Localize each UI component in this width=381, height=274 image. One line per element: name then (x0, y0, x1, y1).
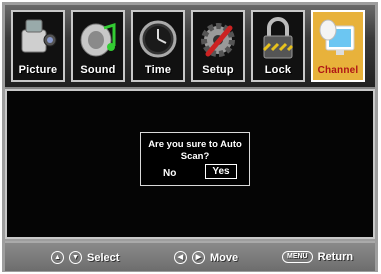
no-button[interactable]: No (163, 168, 176, 179)
satellite-monitor-icon (319, 19, 355, 55)
tab-setup[interactable]: Setup (191, 10, 245, 82)
return-label: Return (317, 251, 354, 263)
clock-icon (139, 20, 177, 58)
tab-label: Time (144, 64, 172, 76)
tab-label: Sound (80, 64, 116, 76)
select-label: Select (87, 251, 120, 264)
select-hint: ▲ ▼ Select (51, 251, 119, 264)
menu-tab-bar: Picture Sound Time Setup Lock Channel (5, 5, 375, 89)
auto-scan-confirm-dialog: Are you sure to Auto Scan? No Yes (140, 132, 250, 186)
padlock-icon (262, 17, 294, 59)
yes-button[interactable]: Yes (205, 164, 237, 179)
tab-time[interactable]: Time (131, 10, 185, 82)
right-arrow-icon: ▶ (192, 251, 205, 264)
hint-bar: ▲ ▼ Select ◀ ▶ Move MENU Return (5, 241, 375, 271)
gear-wrench-icon (201, 23, 235, 57)
dialog-question: Are you sure to Auto Scan? (148, 139, 242, 162)
tab-label: Lock (264, 64, 292, 76)
move-label: Move (210, 251, 239, 264)
return-hint: MENU Return (282, 251, 353, 263)
tab-channel[interactable]: Channel (311, 10, 365, 82)
tab-label: Channel (317, 65, 359, 76)
tab-label: Picture (18, 64, 58, 76)
left-arrow-icon: ◀ (174, 251, 187, 264)
move-hint: ◀ ▶ Move (174, 251, 238, 264)
tab-lock[interactable]: Lock (251, 10, 305, 82)
down-arrow-icon: ▼ (69, 251, 82, 264)
menu-key-icon: MENU (282, 251, 313, 263)
up-arrow-icon: ▲ (51, 251, 64, 264)
camcorder-icon (21, 19, 57, 53)
tab-picture[interactable]: Picture (11, 10, 65, 82)
tab-sound[interactable]: Sound (71, 10, 125, 82)
speaker-music-icon (80, 22, 116, 57)
tab-label: Setup (202, 64, 234, 76)
